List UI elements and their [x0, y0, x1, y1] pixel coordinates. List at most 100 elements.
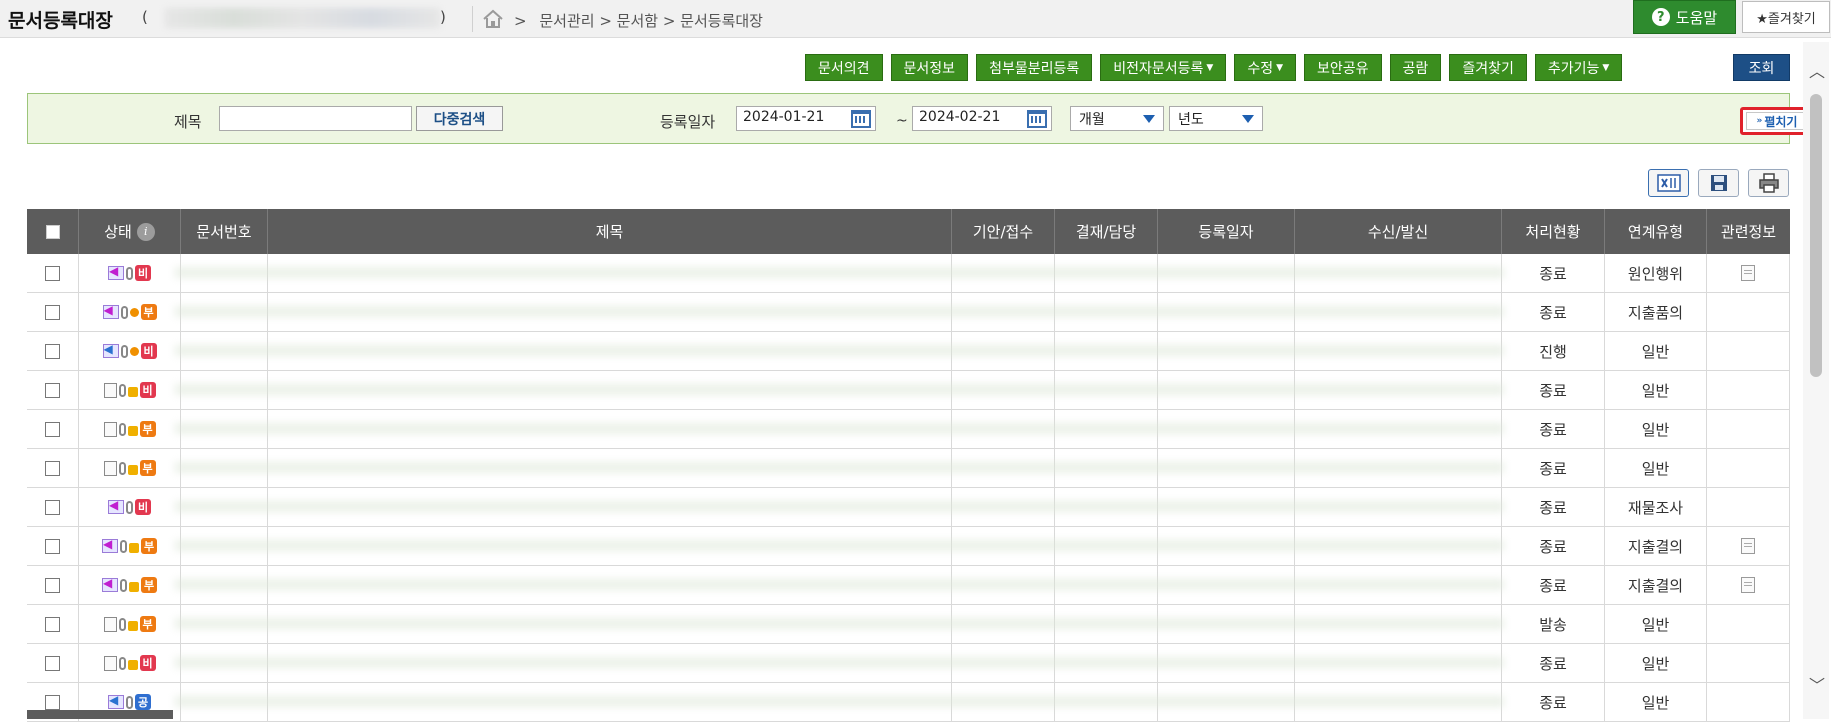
receive-arrow-icon	[108, 498, 124, 514]
breadcrumb-sep: >	[514, 12, 527, 30]
toolbar-button-7[interactable]: 즐겨찾기	[1449, 54, 1527, 81]
home-icon[interactable]	[482, 9, 504, 29]
column-header-draft-receive[interactable]: 기안/접수	[952, 209, 1055, 254]
divider	[472, 6, 473, 32]
document-icon	[103, 460, 117, 476]
header-select-all[interactable]	[27, 209, 79, 254]
disclosure-badge: 공	[135, 694, 151, 710]
column-header-link-type[interactable]: 연계유형	[1605, 209, 1707, 254]
related-document-icon[interactable]	[1741, 577, 1755, 593]
related-info-cell	[1707, 371, 1790, 409]
related-info-cell	[1707, 644, 1790, 682]
date-range-tilde: ~	[896, 113, 908, 129]
toolbar-button-5[interactable]: 보안공유	[1304, 54, 1382, 81]
column-header-related-info[interactable]: 관련정보	[1707, 209, 1790, 254]
link-type-cell: 일반	[1605, 371, 1707, 409]
row-checkbox[interactable]	[45, 694, 60, 710]
breadcrumb-path[interactable]: 문서관리 > 문서함 > 문서등록대장	[539, 12, 763, 30]
row-select-cell	[27, 293, 79, 331]
info-icon[interactable]: i	[136, 222, 155, 241]
horizontal-scrollbar[interactable]	[27, 710, 173, 719]
date-from-field[interactable]: 2024-01-21	[736, 106, 876, 131]
toolbar-button-1[interactable]: 문서정보	[890, 54, 969, 81]
paperclip-icon	[118, 422, 126, 436]
related-info-cell	[1707, 605, 1790, 643]
dropdown-arrow-icon	[1143, 115, 1155, 123]
column-header-approval[interactable]: 결재/담당	[1055, 209, 1158, 254]
column-header-process-status[interactable]: 처리현황	[1502, 209, 1605, 254]
toolbar-button-0[interactable]: 문서의견	[805, 54, 883, 81]
link-type-cell: 일반	[1605, 410, 1707, 448]
disclosure-badge: 부	[139, 460, 156, 476]
title-input[interactable]	[219, 106, 412, 131]
row-checkbox[interactable]	[45, 616, 60, 632]
row-checkbox[interactable]	[45, 382, 60, 398]
link-type-cell: 일반	[1605, 683, 1707, 721]
process-status-cell: 종료	[1502, 410, 1605, 448]
toolbar-button-4[interactable]: 수정 ▼	[1234, 54, 1297, 81]
row-checkbox[interactable]	[45, 265, 60, 281]
process-status-cell: 종료	[1502, 254, 1605, 292]
lock-icon	[127, 620, 138, 631]
related-document-icon[interactable]	[1741, 538, 1755, 554]
column-header-title[interactable]: 제목	[268, 209, 952, 254]
toolbar-button-label: 공람	[1402, 60, 1429, 77]
period-select[interactable]: 개월	[1070, 106, 1164, 131]
toolbar-button-label: 문서의견	[818, 60, 870, 77]
title-paren-close: )	[440, 8, 446, 26]
expand-button[interactable]: » 펼치기	[1746, 112, 1808, 130]
process-status-cell: 발송	[1502, 605, 1605, 643]
row-checkbox[interactable]	[45, 499, 60, 515]
caret-down-icon: ▼	[1206, 62, 1214, 73]
toolbar-button-3[interactable]: 비전자문서등록 ▼	[1100, 54, 1227, 81]
column-header-doc-number[interactable]: 문서번호	[181, 209, 268, 254]
link-type-cell: 지출품의	[1605, 293, 1707, 331]
row-select-cell	[27, 566, 79, 604]
calendar-icon[interactable]	[851, 110, 871, 128]
toolbar-button-6[interactable]: 공람	[1389, 54, 1442, 81]
select-all-checkbox[interactable]	[45, 224, 60, 239]
related-info-cell	[1707, 527, 1790, 565]
row-checkbox[interactable]	[45, 577, 60, 593]
help-button[interactable]: ? 도움말	[1633, 0, 1736, 34]
row-checkbox[interactable]	[45, 655, 60, 671]
row-checkbox[interactable]	[45, 538, 60, 554]
double-chevron-down-icon: »	[1756, 116, 1763, 126]
scrollbar-thumb[interactable]	[1810, 94, 1822, 377]
column-header-status[interactable]: 상태 i	[79, 209, 181, 254]
vertical-scrollbar[interactable]: ︿ ﹀	[1803, 42, 1829, 719]
column-header-recv-send[interactable]: 수신/발신	[1295, 209, 1502, 254]
favorite-top-button[interactable]: ★즐겨찾기	[1742, 1, 1830, 33]
toolbar-button-label: 추가기능	[1547, 60, 1600, 77]
status-icons-cell: 비	[79, 371, 181, 409]
save-button[interactable]	[1698, 169, 1739, 197]
link-type-cell: 일반	[1605, 644, 1707, 682]
search-button[interactable]: 조회	[1733, 54, 1790, 81]
row-select-cell	[27, 371, 79, 409]
scroll-down-icon[interactable]: ﹀	[1809, 672, 1825, 696]
print-button[interactable]	[1748, 169, 1789, 197]
paperclip-icon	[126, 500, 133, 514]
related-info-cell	[1707, 254, 1790, 292]
excel-export-button[interactable]	[1648, 169, 1689, 197]
link-type-cell: 지출결의	[1605, 527, 1707, 565]
period-select-value: 개월	[1079, 112, 1105, 128]
toolbar-button-2[interactable]: 첨부물분리등록	[976, 54, 1093, 81]
lock-icon	[129, 542, 139, 553]
year-select[interactable]: 년도	[1169, 106, 1263, 131]
multi-search-button[interactable]: 다중검색	[416, 106, 503, 131]
row-checkbox[interactable]	[45, 304, 60, 320]
calendar-icon[interactable]	[1027, 110, 1047, 128]
scroll-up-icon[interactable]: ︿	[1809, 58, 1825, 82]
column-header-reg-date[interactable]: 등록일자	[1158, 209, 1295, 254]
row-checkbox[interactable]	[45, 421, 60, 437]
date-label: 등록일자	[660, 113, 716, 131]
row-checkbox[interactable]	[45, 460, 60, 476]
related-info-cell	[1707, 410, 1790, 448]
row-checkbox[interactable]	[45, 343, 60, 359]
status-icons-cell: 부	[79, 605, 181, 643]
send-arrow-icon	[102, 342, 119, 358]
date-to-field[interactable]: 2024-02-21	[912, 106, 1052, 131]
toolbar-button-8[interactable]: 추가기능 ▼	[1534, 54, 1623, 81]
related-document-icon[interactable]	[1741, 265, 1755, 281]
